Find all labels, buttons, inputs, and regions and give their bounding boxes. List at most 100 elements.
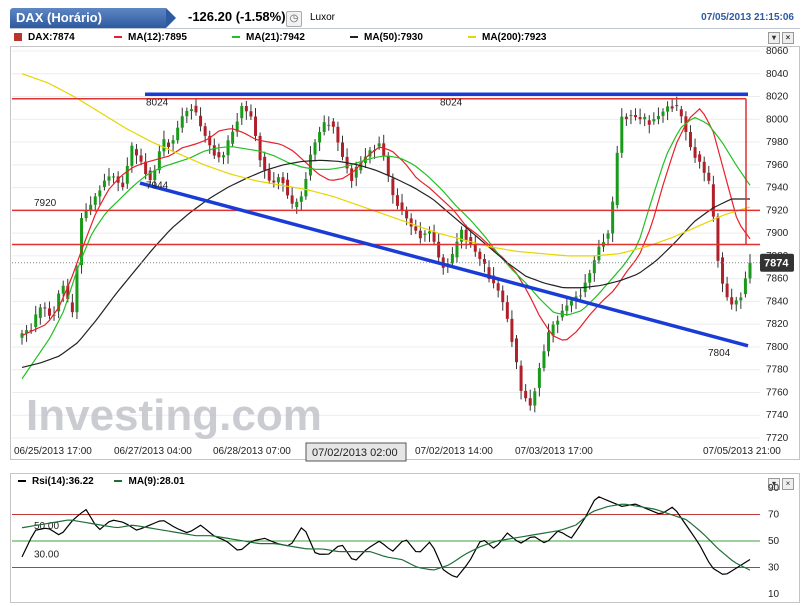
- candle-body: [427, 231, 431, 234]
- candle-body: [43, 307, 47, 309]
- candle-body: [194, 105, 198, 113]
- x-tick-label: 07/02/2013 02:00: [312, 447, 398, 459]
- candle-body: [469, 237, 473, 245]
- y-tick-label: 7800: [766, 342, 789, 353]
- candle-body: [89, 204, 93, 211]
- candle-body: [519, 365, 523, 391]
- annotation-label: 8024: [440, 98, 463, 109]
- candle-body: [240, 106, 244, 119]
- y-tick-label: 8060: [766, 46, 789, 57]
- candle-body: [565, 305, 569, 311]
- candle-body: [450, 253, 454, 264]
- candle-body: [221, 155, 225, 158]
- candle-body: [199, 115, 203, 127]
- candle-body: [93, 196, 97, 205]
- candle-body: [409, 218, 413, 227]
- candle-body: [98, 190, 102, 197]
- candle-body: [679, 109, 683, 117]
- candle-body: [542, 351, 546, 369]
- annotation-label: 7804: [708, 348, 731, 359]
- candle-body: [107, 176, 111, 181]
- candle-body: [514, 338, 518, 363]
- y-tick-label: 8040: [766, 69, 789, 80]
- candle-body: [675, 105, 679, 107]
- candle-body: [331, 121, 335, 127]
- y-tick-label: 7720: [766, 433, 789, 444]
- candle-body: [579, 295, 583, 297]
- candle-body: [102, 180, 106, 188]
- candle-body: [473, 244, 477, 252]
- candle-body: [226, 140, 230, 156]
- x-tick-label: 06/27/2013 04:00: [114, 446, 192, 457]
- y-tick-label: 7940: [766, 183, 789, 194]
- candle-body: [171, 140, 175, 144]
- candle-body: [537, 368, 541, 388]
- rsi-y-tick-label: 10: [768, 589, 780, 600]
- candle-body: [739, 297, 743, 301]
- candle-body: [418, 230, 422, 239]
- candle-body: [318, 131, 322, 143]
- candle-body: [661, 111, 665, 116]
- price-chart[interactable]: 7720774077607780780078207840786078807900…: [0, 0, 808, 606]
- candle-body: [634, 115, 638, 118]
- candle-body: [217, 152, 221, 158]
- candle-body: [130, 145, 134, 166]
- candle-body: [327, 124, 331, 126]
- candle-body: [730, 297, 734, 305]
- candle-body: [231, 131, 235, 144]
- y-tick-label: 7960: [766, 160, 789, 171]
- candle-body: [322, 122, 326, 132]
- candle-body: [313, 142, 317, 155]
- y-tick-label: 7820: [766, 319, 789, 330]
- candle-body: [267, 170, 271, 181]
- candle-body: [647, 120, 651, 125]
- candle-body: [189, 109, 193, 112]
- candle-body: [652, 119, 656, 122]
- candle-body: [144, 161, 148, 175]
- y-tick-label: 8020: [766, 92, 789, 103]
- candle-body: [716, 216, 720, 261]
- candle-body: [528, 398, 532, 406]
- candle-body: [249, 111, 253, 117]
- candle-body: [336, 126, 340, 143]
- candle-body: [395, 195, 399, 206]
- rsi-line-rsi14: [21, 496, 751, 578]
- candle-body: [748, 262, 752, 279]
- candle-body: [693, 147, 697, 158]
- candle-body: [386, 155, 390, 176]
- y-tick-label: 7980: [766, 137, 789, 148]
- candle-body: [597, 246, 601, 261]
- y-tick-label: 7740: [766, 410, 789, 421]
- candle-body: [533, 391, 537, 406]
- y-tick-label: 7780: [766, 365, 789, 376]
- candle-body: [290, 195, 294, 204]
- candle-body: [185, 111, 189, 117]
- candle-body: [432, 231, 436, 242]
- candle-body: [638, 117, 642, 120]
- candle-body: [423, 233, 427, 235]
- candle-body: [569, 300, 573, 306]
- x-tick-label: 06/28/2013 07:00: [213, 446, 291, 457]
- candle-body: [688, 132, 692, 148]
- candle-body: [414, 226, 418, 231]
- candle-body: [139, 155, 143, 162]
- rsi-y-tick-label: 90: [768, 483, 780, 494]
- candle-body: [400, 202, 404, 211]
- candles: [20, 96, 752, 413]
- candle-body: [615, 152, 619, 206]
- candle-body: [391, 178, 395, 196]
- candle-body: [524, 390, 528, 399]
- candle-body: [743, 278, 747, 295]
- rsi-y-tick-label: 50: [768, 536, 780, 547]
- candle-body: [643, 116, 647, 120]
- candle-body: [212, 145, 216, 156]
- candle-body: [295, 201, 299, 208]
- y-tick-label: 7860: [766, 274, 789, 285]
- candle-body: [304, 178, 308, 197]
- candle-body: [350, 168, 354, 181]
- candle-body: [38, 307, 42, 318]
- candle-body: [670, 106, 674, 109]
- x-tick-label: 07/03/2013 17:00: [515, 446, 593, 457]
- candle-body: [510, 318, 514, 342]
- y-tick-label: 7840: [766, 296, 789, 307]
